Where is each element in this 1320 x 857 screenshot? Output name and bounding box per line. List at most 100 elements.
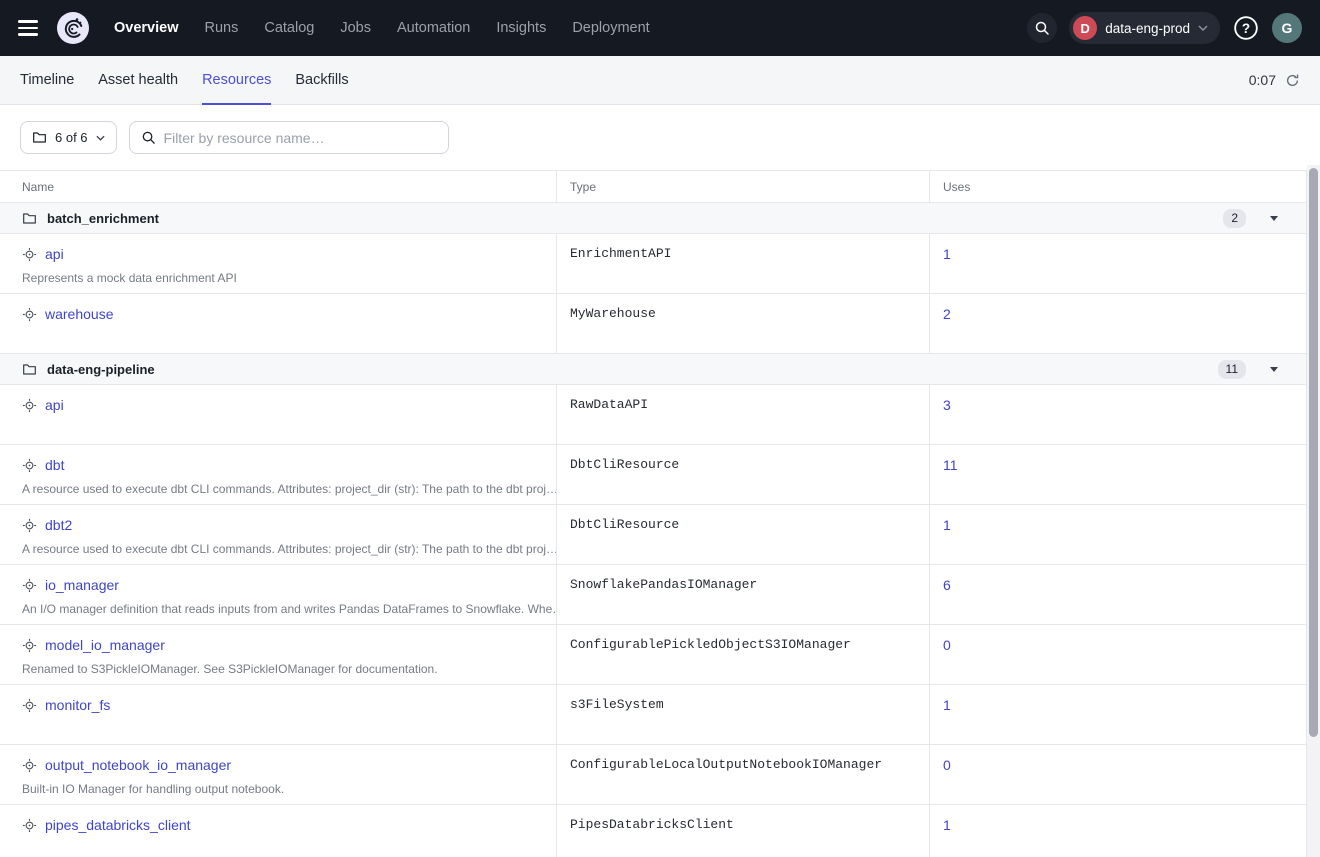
resource-row: dbt2 A resource used to execute dbt CLI c… [0, 505, 1307, 565]
group-name: data-eng-pipeline [47, 362, 155, 377]
topnav-item-automation[interactable]: Automation [397, 20, 470, 36]
resource-icon [22, 578, 37, 593]
resource-description: A resource used to execute dbt CLI comma… [22, 482, 544, 496]
topnav-item-overview[interactable]: Overview [114, 20, 179, 36]
resource-group-row[interactable]: batch_enrichment2 [0, 203, 1307, 234]
search-icon[interactable] [1027, 13, 1057, 43]
resource-name-cell: io_managerAn I/O manager definition that… [0, 565, 557, 624]
resource-uses-cell: 6 [930, 565, 1307, 624]
resource-uses-link[interactable]: 2 [943, 306, 951, 322]
chevron-down-icon [96, 135, 105, 141]
resource-name-cell: dbt A resource used to execute dbt CLI co… [0, 445, 557, 504]
resource-search-input[interactable] [164, 130, 437, 146]
top-navigation-bar: Overview Runs Catalog Jobs Automation Insight… [0, 0, 1320, 56]
resource-name-line: api [22, 397, 544, 413]
code-location-filter-button[interactable]: 6 of 6 [20, 121, 117, 154]
menu-icon[interactable] [18, 20, 38, 36]
resource-type-cell: SnowflakePandasIOManager [557, 565, 930, 624]
resource-name-link[interactable]: output_notebook_io_manager [45, 757, 231, 773]
column-header-name: Name [0, 171, 557, 202]
workspace-switcher[interactable]: D data-eng-prod [1069, 12, 1220, 44]
resource-uses-link[interactable]: 0 [943, 757, 951, 773]
collapse-caret-icon[interactable] [1270, 367, 1278, 372]
tab-backfills[interactable]: Backfills [295, 56, 348, 104]
folder-icon [22, 211, 37, 226]
folder-icon [22, 362, 37, 377]
resource-uses-link[interactable]: 0 [943, 637, 951, 653]
chevron-down-icon [1198, 25, 1208, 31]
resource-name-cell: dbt2 A resource used to execute dbt CLI c… [0, 505, 557, 564]
resource-uses-cell: 1 [930, 805, 1307, 857]
topnav-item-catalog[interactable]: Catalog [264, 20, 314, 36]
resource-name-link[interactable]: pipes_databricks_client [45, 817, 191, 833]
resource-name-line: dbt [22, 457, 544, 473]
resource-name-cell: model_io_managerRenamed to S3PickleIOMan… [0, 625, 557, 684]
tab-resources[interactable]: Resources [202, 56, 271, 104]
avatar[interactable]: G [1272, 13, 1302, 43]
topnav-menu: Overview Runs Catalog Jobs Automation Insight… [114, 20, 650, 36]
resource-name-link[interactable]: model_io_manager [45, 637, 165, 653]
resource-uses-link[interactable]: 1 [943, 517, 951, 533]
resource-uses-cell: 11 [930, 445, 1307, 504]
group-count-badge: 11 [1218, 360, 1246, 379]
resource-name-line: dbt2 [22, 517, 544, 533]
topnav-item-insights[interactable]: Insights [496, 20, 546, 36]
resource-group-row[interactable]: data-eng-pipeline 11 [0, 354, 1307, 385]
search-icon [141, 130, 156, 145]
resource-type-cell: PipesDatabricksClient [557, 805, 930, 857]
resource-type-cell: ConfigurableLocalOutputNotebookIOManager [557, 745, 930, 804]
resource-uses-link[interactable]: 1 [943, 246, 951, 262]
column-header-type: Type [557, 171, 930, 202]
resource-description: Represents a mock data enrichment API [22, 271, 544, 285]
resource-name-line: model_io_manager [22, 637, 544, 653]
topnav-item-jobs[interactable]: Jobs [340, 20, 371, 36]
resource-name-link[interactable]: dbt [45, 457, 64, 473]
resource-name-link[interactable]: warehouse [45, 306, 114, 322]
resource-name-link[interactable]: monitor_fs [45, 697, 110, 713]
tab-timeline[interactable]: Timeline [20, 56, 74, 104]
resource-uses-link[interactable]: 3 [943, 397, 951, 413]
workspace-badge: D [1073, 16, 1097, 40]
resource-row: output_notebook_io_managerBuilt-in IO Ma… [0, 745, 1307, 805]
resource-type-cell: DbtCliResource [557, 505, 930, 564]
workspace-name: data-eng-prod [1105, 21, 1190, 36]
collapse-caret-icon[interactable] [1270, 216, 1278, 221]
resource-icon [22, 818, 37, 833]
resource-search-box [129, 121, 449, 154]
vertical-scrollbar-thumb[interactable] [1309, 168, 1318, 737]
resource-name-link[interactable]: api [45, 246, 64, 262]
resource-uses-link[interactable]: 1 [943, 697, 951, 713]
refresh-icon[interactable] [1285, 73, 1300, 88]
tab-asset-health[interactable]: Asset health [98, 56, 178, 104]
resource-icon [22, 518, 37, 533]
resource-name-line: io_manager [22, 577, 544, 593]
dagster-logo[interactable] [56, 11, 90, 45]
resource-type-cell: MyWarehouse [557, 294, 930, 353]
resource-name-link[interactable]: dbt2 [45, 517, 72, 533]
resource-row: model_io_managerRenamed to S3PickleIOMan… [0, 625, 1307, 685]
resource-name-line: warehouse [22, 306, 544, 322]
help-icon[interactable]: ? [1232, 14, 1260, 42]
resource-icon [22, 758, 37, 773]
filter-row: 6 of 6 [0, 105, 1320, 154]
resource-uses-link[interactable]: 11 [943, 457, 958, 473]
resource-row: warehouse MyWarehouse 2 [0, 294, 1307, 354]
topnav-item-runs[interactable]: Runs [205, 20, 239, 36]
resource-uses-link[interactable]: 1 [943, 817, 951, 833]
resource-name-link[interactable]: api [45, 397, 64, 413]
resource-uses-link[interactable]: 6 [943, 577, 951, 593]
resource-description: A resource used to execute dbt CLI comma… [22, 542, 544, 556]
resource-name-cell: monitor_fs [0, 685, 557, 744]
vertical-scrollbar-track[interactable] [1307, 165, 1320, 857]
column-header-uses: Uses [930, 171, 1307, 202]
resource-uses-cell: 1 [930, 685, 1307, 744]
topnav-item-deployment[interactable]: Deployment [572, 20, 649, 36]
table-header-row: Name Type Uses [0, 171, 1307, 203]
resource-name-line: pipes_databricks_client [22, 817, 544, 833]
resource-name-line: output_notebook_io_manager [22, 757, 544, 773]
resource-icon [22, 698, 37, 713]
resource-icon [22, 247, 37, 262]
tabs-container: Timeline Asset health Resources Backfills [20, 56, 373, 104]
resource-name-link[interactable]: io_manager [45, 577, 119, 593]
resource-type-cell: EnrichmentAPI [557, 234, 930, 293]
